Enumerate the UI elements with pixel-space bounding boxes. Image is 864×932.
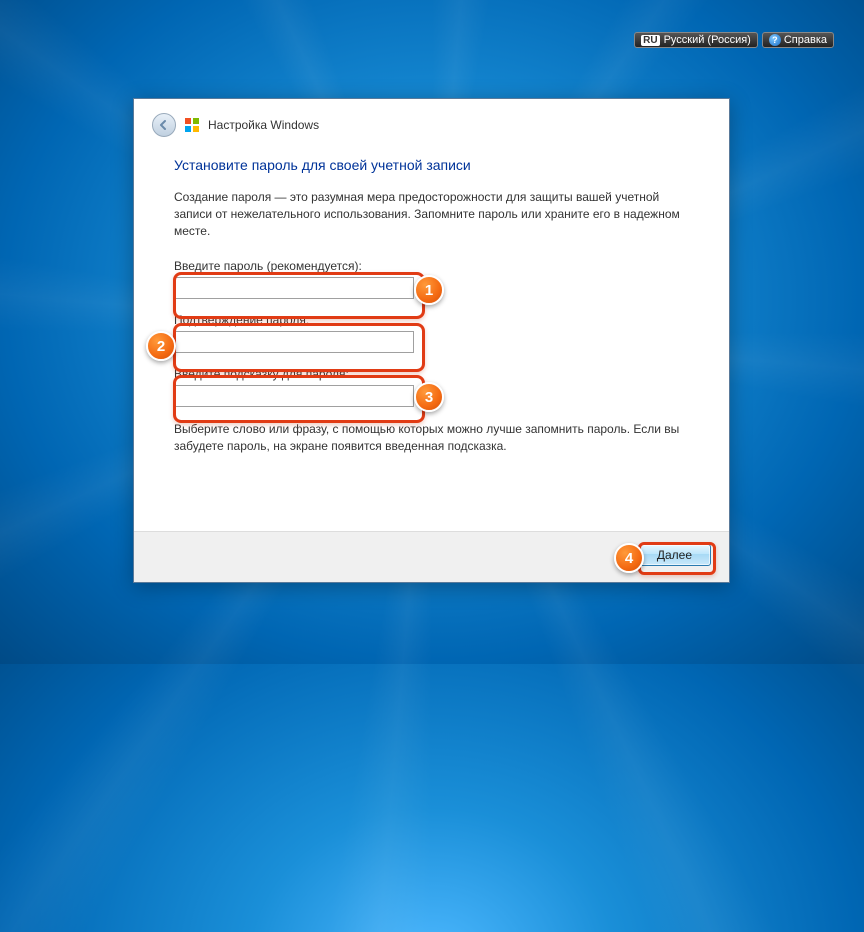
setup-dialog: Настройка Windows Установите пароль для …	[133, 98, 730, 583]
topbar: RU Русский (Россия) ? Справка	[634, 32, 834, 48]
windows-flag-icon	[184, 117, 200, 133]
help-label: Справка	[784, 34, 827, 46]
hint-label: Введите подсказку для пароля:	[174, 367, 689, 381]
dialog-title: Настройка Windows	[208, 118, 319, 132]
dialog-header: Настройка Windows	[134, 99, 729, 147]
confirm-label: Подтверждение пароля:	[174, 313, 689, 327]
password-label: Введите пароль (рекомендуется):	[174, 259, 689, 273]
help-link[interactable]: ? Справка	[762, 32, 834, 48]
language-selector[interactable]: RU Русский (Россия)	[634, 32, 758, 48]
next-button[interactable]: Далее	[638, 544, 711, 566]
hint-input[interactable]	[174, 385, 414, 407]
dialog-body: Установите пароль для своей учетной запи…	[134, 147, 729, 531]
keyboard-badge: RU	[641, 35, 659, 46]
password-input[interactable]	[174, 277, 414, 299]
hint-description: Выберите слово или фразу, с помощью кото…	[174, 421, 689, 455]
help-icon: ?	[769, 34, 781, 46]
hint-field-group: Введите подсказку для пароля:	[174, 367, 689, 407]
confirm-input[interactable]	[174, 331, 414, 353]
dialog-footer: Далее	[134, 531, 729, 582]
back-button[interactable]	[152, 113, 176, 137]
password-field-group: Введите пароль (рекомендуется):	[174, 259, 689, 299]
page-heading: Установите пароль для своей учетной запи…	[174, 157, 689, 173]
arrow-left-icon	[158, 119, 170, 131]
language-label: Русский (Россия)	[664, 34, 751, 46]
description-text: Создание пароля — это разумная мера пред…	[174, 189, 684, 239]
confirm-field-group: Подтверждение пароля:	[174, 313, 689, 353]
